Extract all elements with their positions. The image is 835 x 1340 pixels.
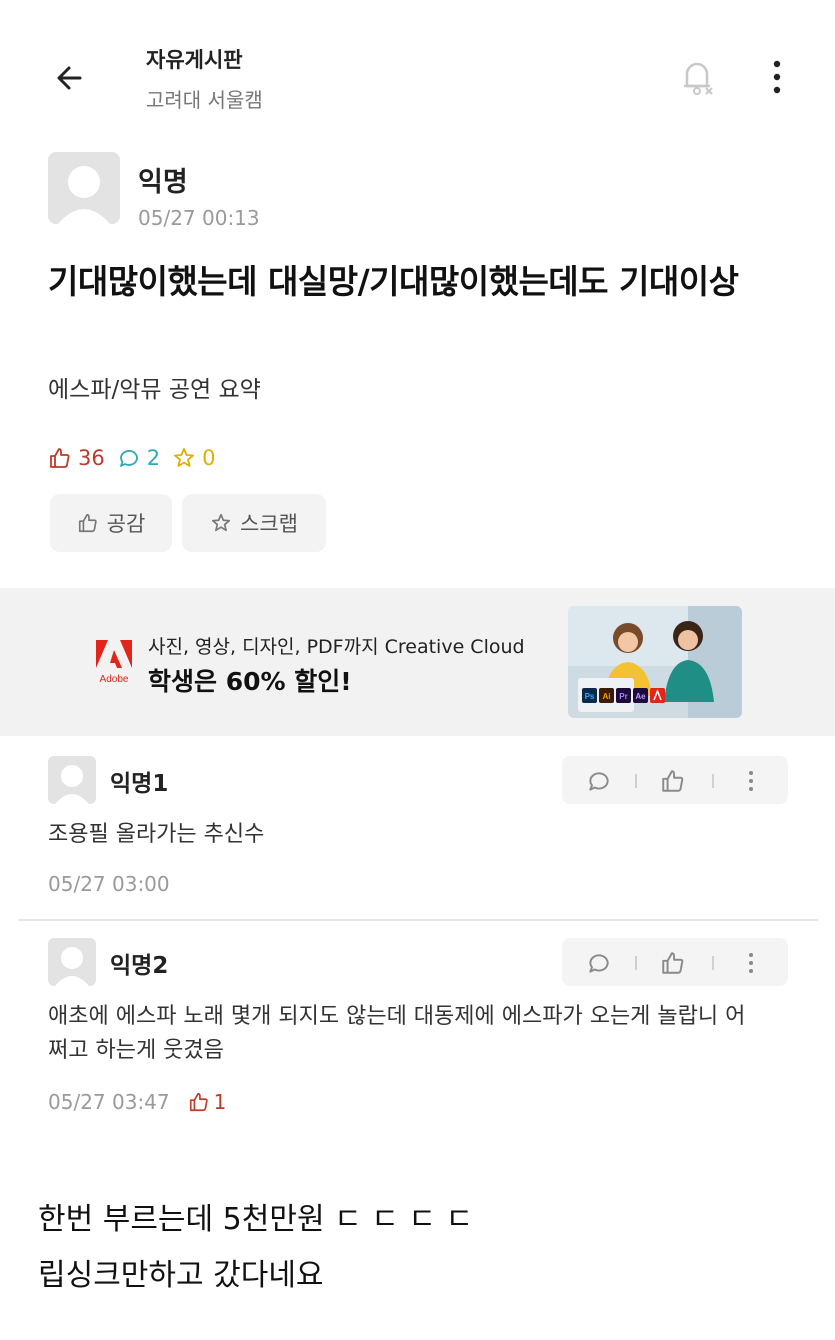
comment-count: 2 — [117, 446, 160, 470]
reply-icon[interactable] — [586, 950, 612, 976]
comment-actions — [562, 756, 788, 804]
star-icon — [211, 513, 231, 532]
author-name: 익명 — [138, 167, 188, 198]
separator — [712, 956, 714, 970]
comment-meta: 05/27 03:00 — [48, 872, 170, 896]
default-profile-icon — [55, 765, 89, 804]
svg-text:Pr: Pr — [619, 692, 627, 701]
ad-photo: Ps Ai Pr Ae — [568, 606, 742, 718]
comment-item: 익명1 조용필 올라가는 추신수 05/27 03:00 — [48, 756, 788, 906]
scrap-button-label: 스크랩 — [240, 512, 298, 536]
svg-text:Adobe: Adobe — [100, 674, 129, 685]
like-button[interactable]: 공감 — [50, 494, 172, 552]
avatar — [48, 938, 96, 986]
comment-text: 조용필 올라가는 추신수 — [48, 822, 265, 847]
avatar — [48, 152, 120, 224]
comment-actions — [562, 938, 788, 986]
scrap-count: 0 — [172, 446, 215, 470]
thumbs-up-icon — [189, 1092, 208, 1112]
thumbs-up-icon[interactable] — [660, 768, 686, 794]
like-count: 36 — [48, 446, 105, 470]
default-profile-icon — [55, 947, 89, 986]
post-author: 익명 05/27 00:13 — [48, 152, 260, 230]
comment-timestamp: 05/27 03:00 — [48, 872, 170, 896]
scrap-count-value: 0 — [202, 446, 216, 470]
board-title: 자유게시판 — [146, 48, 243, 72]
more-vertical-icon[interactable] — [738, 950, 764, 976]
back-arrow-icon — [57, 66, 82, 90]
comment-item: 익명2 애초에 에스파 노래 몇개 되지도 않는데 대동제에 에스파가 오는게 … — [48, 938, 788, 1128]
svg-text:Ps: Ps — [585, 692, 595, 701]
thumbs-up-icon — [50, 448, 70, 468]
post-body: 에스파/악뮤 공연 요약 — [48, 377, 261, 403]
separator — [635, 774, 637, 788]
thumbs-up-icon — [78, 513, 97, 533]
more-vertical-icon — [773, 60, 781, 94]
ad-offer: 학생은 60% 할인! — [148, 667, 352, 696]
ad-headline: 사진, 영상, 디자인, PDF까지 Creative Cloud — [148, 636, 525, 658]
caption: 한번 부르는데 5천만원 ㄷ ㄷ ㄷ ㄷ 립싱크만하고 갔다네요 — [38, 1192, 473, 1304]
ad-banner[interactable]: Adobe 사진, 영상, 디자인, PDF까지 Creative Cloud … — [0, 588, 835, 736]
comment-text: 애초에 에스파 노래 몇개 되지도 않는데 대동제에 에스파가 오는게 놀랍니 … — [48, 1004, 746, 1063]
like-count-value: 36 — [78, 446, 105, 470]
app-header: 자유게시판 고려대 서울캠 — [0, 0, 835, 140]
reply-icon[interactable] — [586, 768, 612, 794]
avatar — [48, 756, 96, 804]
comment-like-value: 1 — [213, 1090, 227, 1114]
more-options-button[interactable] — [762, 56, 792, 100]
notification-toggle-button[interactable] — [672, 52, 722, 102]
comment-like-count: 1 — [188, 1090, 227, 1114]
star-icon — [174, 448, 195, 467]
comment-meta: 05/27 03:47 1 — [48, 1090, 226, 1114]
comment-bubble-icon — [119, 450, 138, 467]
svg-text:Ae: Ae — [635, 692, 646, 701]
adobe-logo: Adobe — [96, 640, 132, 685]
scrap-button[interactable]: 스크랩 — [182, 494, 326, 552]
comment-timestamp: 05/27 03:47 — [48, 1090, 170, 1114]
divider — [18, 919, 818, 921]
board-subtitle: 고려대 서울캠 — [146, 88, 263, 112]
caption-line: 한번 부르는데 5천만원 ㄷ ㄷ ㄷ ㄷ — [38, 1202, 474, 1237]
comment-author: 익명2 — [110, 953, 169, 979]
caption-line: 립싱크만하고 갔다네요 — [38, 1258, 324, 1293]
back-button[interactable] — [50, 58, 94, 98]
svg-text:Ai: Ai — [603, 692, 611, 701]
post-stats: 36 2 0 — [48, 446, 227, 470]
comment-author: 익명1 — [110, 771, 169, 797]
bell-off-icon — [684, 62, 713, 95]
separator — [712, 774, 714, 788]
more-vertical-icon[interactable] — [738, 768, 764, 794]
post-title: 기대많이했는데 대실망/기대많이했는데도 기대이상 — [48, 262, 739, 301]
separator — [635, 956, 637, 970]
like-button-label: 공감 — [106, 512, 146, 536]
default-profile-icon — [58, 166, 110, 224]
post-timestamp: 05/27 00:13 — [138, 206, 260, 230]
comment-count-value: 2 — [146, 446, 161, 470]
thumbs-up-icon[interactable] — [660, 950, 686, 976]
